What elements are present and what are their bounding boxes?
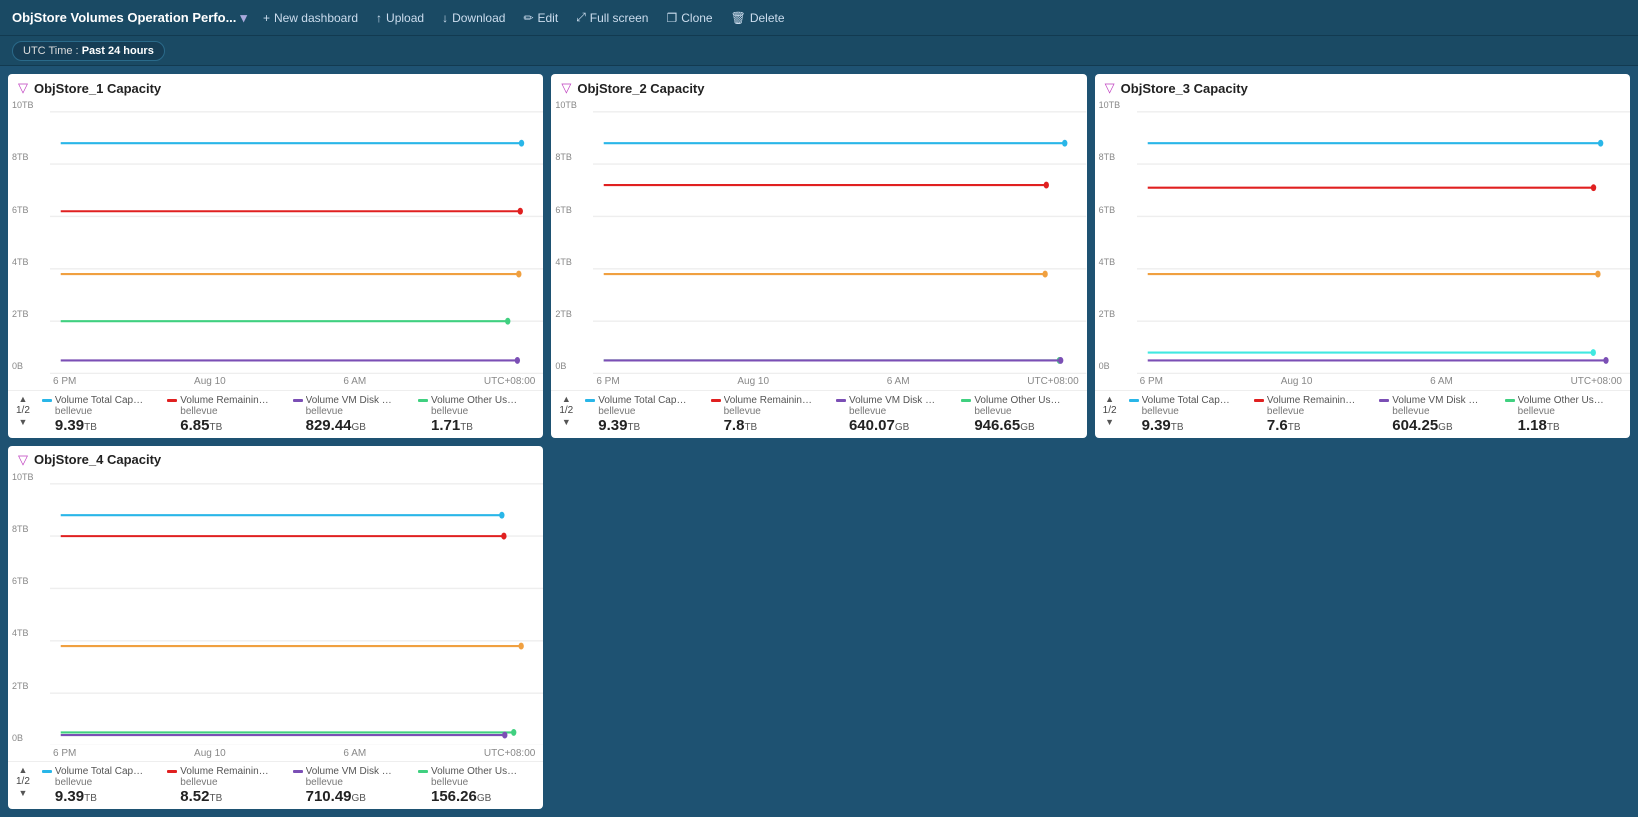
topbar: ObjStore Volumes Operation Perfo... ▾ + … [0, 0, 1638, 36]
panel-panel2: ▽ ObjStore_2 Capacity0B2TB4TB6TB8TB10TB6 … [551, 74, 1086, 438]
metrics-bar: ▲1/2▼ Volume Total Capacit...bellevue9.39… [551, 390, 1086, 438]
panel-title: ObjStore_3 Capacity [1121, 81, 1248, 96]
metric-item-1: Volume Remaining Cap...bellevue7.8TB [711, 395, 828, 434]
chevron-icon[interactable]: ▾ [240, 10, 247, 26]
clone-button[interactable]: ❐ Clone [658, 7, 720, 29]
upload-button[interactable]: ↑ Upload [368, 7, 432, 29]
metric-item-0: Volume Total Capacit...bellevue9.39TB [42, 766, 159, 805]
metric-color-indicator [293, 770, 303, 773]
y-axis-labels: 0B2TB4TB6TB8TB10TB [12, 470, 34, 746]
title-text: ObjStore Volumes Operation Perfo... [12, 10, 236, 25]
y-axis-labels: 0B2TB4TB6TB8TB10TB [12, 98, 34, 374]
delete-icon: 🗑 [731, 11, 746, 25]
metrics-bar: ▲1/2▼ Volume Total Capacit...bellevue9.39… [1095, 390, 1630, 438]
chart-area: 0B2TB4TB6TB8TB10TB [1095, 98, 1630, 374]
metric-item-1: Volume Remaining Cap...bellevue8.52TB [167, 766, 284, 805]
chart-area: 0B2TB4TB6TB8TB10TB [8, 98, 543, 374]
chart-area: 0B2TB4TB6TB8TB10TB [8, 470, 543, 746]
chart-svg [593, 98, 1086, 374]
metric-color-indicator [42, 399, 52, 402]
metric-color-indicator [1379, 399, 1389, 402]
panel-title: ObjStore_2 Capacity [577, 81, 704, 96]
time-filter-bar: UTC Time : Past 24 hours [0, 36, 1638, 66]
dashboard-title: ObjStore Volumes Operation Perfo... ▾ [12, 10, 247, 26]
panel-panel3: ▽ ObjStore_3 Capacity0B2TB4TB6TB8TB10TB6 … [1095, 74, 1630, 438]
metric-item-2: Volume VM Disk Used ...bellevue710.49GB [293, 766, 410, 805]
chart-svg [50, 470, 543, 746]
filter-icon: ▽ [18, 80, 28, 96]
metric-item-2: Volume VM Disk Used ...bellevue829.44GB [293, 395, 410, 434]
panel-header-1: ▽ ObjStore_2 Capacity [551, 74, 1086, 98]
metric-item-3: Volume Other Used Ca...bellevue156.26GB [418, 766, 535, 805]
metric-item-0: Volume Total Capacit...bellevue9.39TB [585, 395, 702, 434]
metric-color-indicator [167, 770, 177, 773]
metric-color-indicator [1254, 399, 1264, 402]
metric-color-indicator [585, 399, 595, 402]
panel-panel4: ▽ ObjStore_4 Capacity0B2TB4TB6TB8TB10TB6 … [8, 446, 543, 810]
metrics-bar: ▲1/2▼ Volume Total Capacit...bellevue9.39… [8, 761, 543, 809]
metric-item-0: Volume Total Capacit...bellevue9.39TB [42, 395, 159, 434]
x-axis: 6 PMAug 106 AMUTC+08:00 [551, 374, 1086, 390]
panel-title: ObjStore_1 Capacity [34, 81, 161, 96]
metric-item-1: Volume Remaining Cap...bellevue6.85TB [167, 395, 284, 434]
metric-color-indicator [836, 399, 846, 402]
panel-header-2: ▽ ObjStore_3 Capacity [1095, 74, 1630, 98]
metric-color-indicator [711, 399, 721, 402]
metric-item-2: Volume VM Disk Used ...bellevue604.25GB [1379, 395, 1496, 434]
x-axis: 6 PMAug 106 AMUTC+08:00 [1095, 374, 1630, 390]
plus-icon: + [263, 11, 270, 25]
metric-color-indicator [293, 399, 303, 402]
panel-header-3: ▽ ObjStore_4 Capacity [8, 446, 543, 470]
delete-button[interactable]: 🗑 Delete [723, 7, 793, 29]
metric-color-indicator [42, 770, 52, 773]
metric-item-2: Volume VM Disk Used ...bellevue640.07GB [836, 395, 953, 434]
upload-icon: ↑ [376, 11, 382, 25]
metric-item-3: Volume Other Used Ca...bellevue1.18TB [1505, 395, 1622, 434]
dashboard-grid: ▽ObjStore_1 Capacity0B2TB4TB6TB8TB10TB6 … [0, 66, 1638, 817]
metric-item-1: Volume Remaining Cap...bellevue7.6TB [1254, 395, 1371, 434]
metric-color-indicator [167, 399, 177, 402]
pagination[interactable]: ▲1/2▼ [559, 395, 573, 427]
edit-icon: ✏ [523, 11, 533, 25]
edit-button[interactable]: ✏ Edit [515, 7, 566, 29]
download-button[interactable]: ↓ Download [434, 7, 513, 29]
time-filter-badge[interactable]: UTC Time : Past 24 hours [12, 41, 165, 61]
download-icon: ↓ [442, 11, 448, 25]
fullscreen-icon: ⤢ [576, 10, 586, 25]
metric-item-3: Volume Other Used Ca...bellevue946.65GB [961, 395, 1078, 434]
fullscreen-button[interactable]: ⤢ Full screen [568, 6, 656, 29]
chart-svg [50, 98, 543, 374]
filter-icon: ▽ [18, 452, 28, 468]
topbar-actions: + New dashboard ↑ Upload ↓ Download ✏ Ed… [255, 6, 793, 29]
panel-title: ObjStore_4 Capacity [34, 452, 161, 467]
pagination[interactable]: ▲1/2▼ [16, 395, 30, 427]
panel-panel1: ▽ ObjStore_1 Capacity0B2TB4TB6TB8TB10TB6 … [8, 74, 543, 438]
y-axis-labels: 0B2TB4TB6TB8TB10TB [555, 98, 577, 374]
x-axis: 6 PMAug 106 AMUTC+08:00 [8, 374, 543, 390]
metric-color-indicator [1129, 399, 1139, 402]
time-filter-value: Past 24 hours [82, 45, 154, 57]
chart-area: 0B2TB4TB6TB8TB10TB [551, 98, 1086, 374]
metric-color-indicator [418, 770, 428, 773]
panel-header-0: ▽ ObjStore_1 Capacity [8, 74, 543, 98]
chart-svg [1137, 98, 1630, 374]
metric-item-0: Volume Total Capacit...bellevue9.39TB [1129, 395, 1246, 434]
metric-color-indicator [1505, 399, 1515, 402]
metric-item-3: Volume Other Used Ca...bellevue1.71TB [418, 395, 535, 434]
y-axis-labels: 0B2TB4TB6TB8TB10TB [1099, 98, 1121, 374]
pagination[interactable]: ▲1/2▼ [1103, 395, 1117, 427]
pagination[interactable]: ▲1/2▼ [16, 766, 30, 798]
metric-color-indicator [418, 399, 428, 402]
filter-icon: ▽ [561, 80, 571, 96]
x-axis: 6 PMAug 106 AMUTC+08:00 [8, 745, 543, 761]
metrics-bar: ▲1/2▼ Volume Total Capacit...bellevue9.39… [8, 390, 543, 438]
filter-icon: ▽ [1105, 80, 1115, 96]
metric-color-indicator [961, 399, 971, 402]
clone-icon: ❐ [666, 11, 677, 25]
new-dashboard-button[interactable]: + New dashboard [255, 7, 366, 29]
